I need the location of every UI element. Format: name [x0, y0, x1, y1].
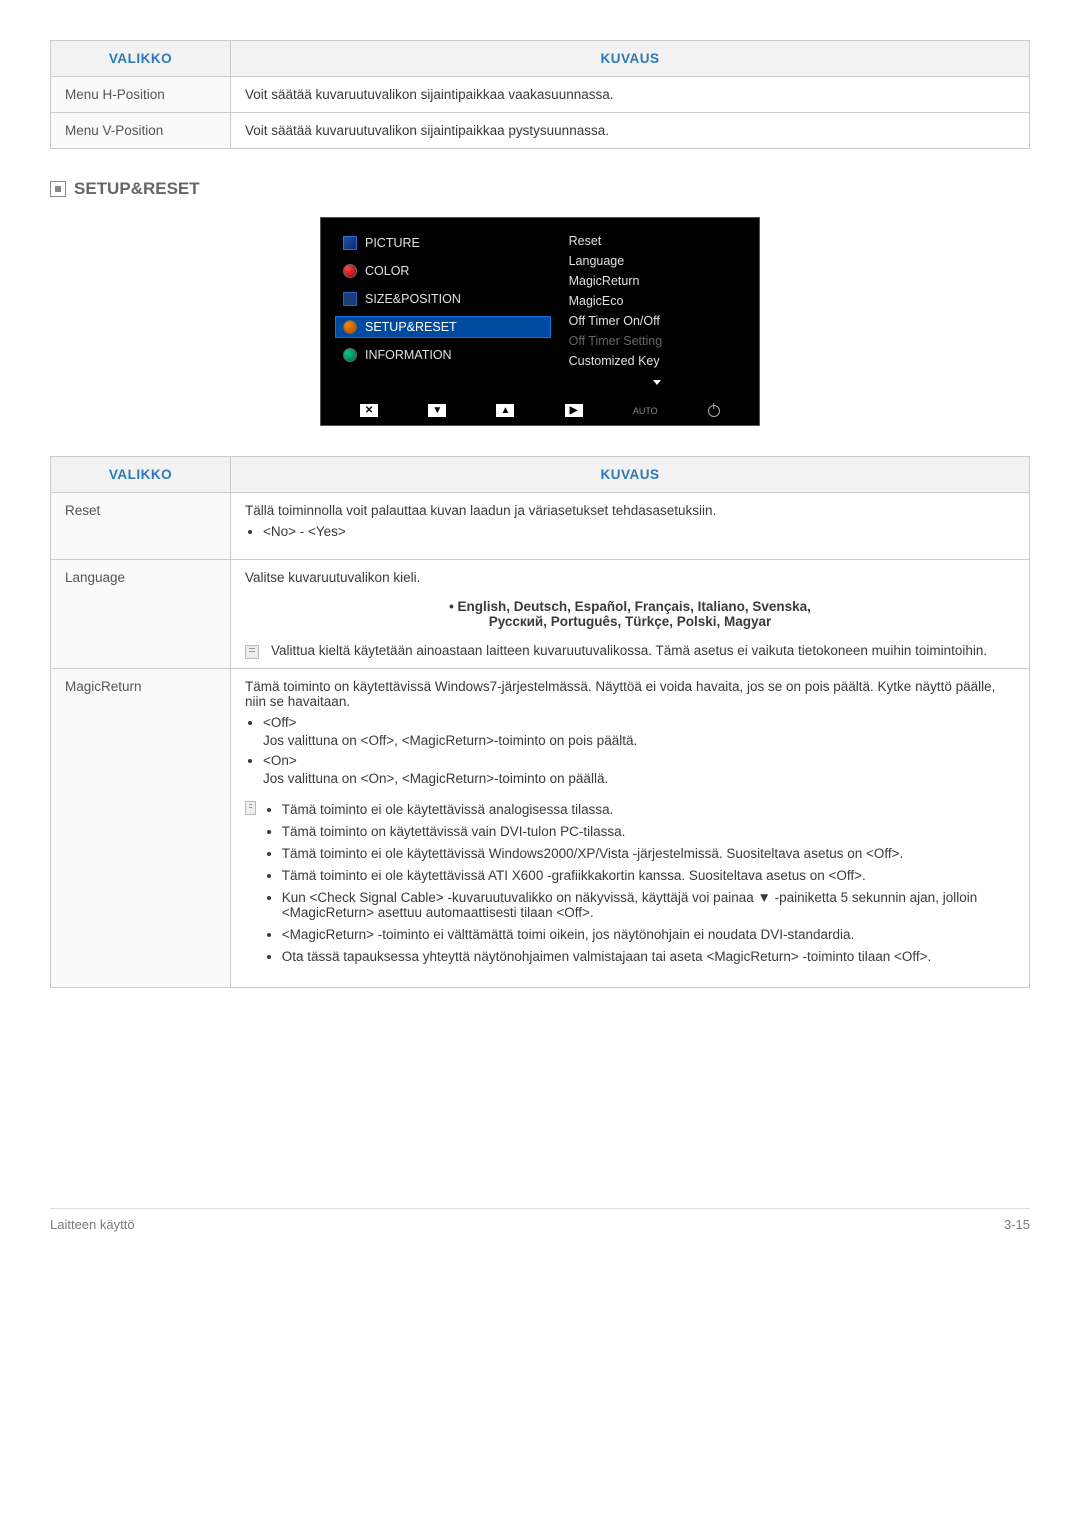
setup-reset-osd-icon [343, 320, 357, 334]
information-icon [343, 348, 357, 362]
osd-option-off-timer-onoff: Off Timer On/Off [569, 314, 745, 328]
magicreturn-off: <Off> Jos valittuna on <Off>, <MagicRetu… [263, 715, 1015, 748]
table-row: Menu H-Position Voit säätää kuvaruutuval… [51, 77, 1030, 113]
menu-v-position-desc: Voit säätää kuvaruutuvalikon sijaintipai… [231, 113, 1030, 149]
reset-desc: Tällä toiminnolla voit palauttaa kuvan l… [231, 493, 1030, 560]
note-icon [245, 645, 259, 659]
language-text: Valitse kuvaruutuvalikon kieli. [245, 570, 1015, 585]
list-item: Kun <Check Signal Cable> -kuvaruutuvalik… [282, 890, 1015, 920]
menu-v-position-label: Menu V-Position [51, 113, 231, 149]
list-item: <MagicReturn> -toiminto ei välttämättä t… [282, 927, 1015, 942]
osd-option-off-timer-setting: Off Timer Setting [569, 334, 745, 348]
table1-header-menu: VALIKKO [51, 41, 231, 77]
magicreturn-on: <On> Jos valittuna on <On>, <MagicReturn… [263, 753, 1015, 786]
list-item: Tämä toiminto on käytettävissä vain DVI-… [282, 824, 1015, 839]
list-item: Tämä toiminto ei ole käytettävissä Windo… [282, 846, 1015, 861]
osd-menu: PICTURE COLOR SIZE&POSITION SETUP&RESET … [320, 217, 760, 426]
osd-close-icon: ✕ [360, 404, 378, 417]
size-position-icon [343, 292, 357, 306]
osd-enter-icon: ▶ [565, 404, 583, 417]
osd-down-icon: ▼ [428, 404, 446, 417]
note-icon [245, 801, 256, 815]
chevron-down-icon [653, 380, 661, 385]
osd-option-reset: Reset [569, 234, 745, 248]
osd-item-size-position: SIZE&POSITION [335, 288, 551, 310]
osd-item-setup-reset: SETUP&RESET [335, 316, 551, 338]
list-item: Tämä toiminto ei ole käytettävissä ATI X… [282, 868, 1015, 883]
osd-option-customized-key: Customized Key [569, 354, 745, 368]
setup-reset-icon [50, 181, 66, 197]
magicreturn-intro: Tämä toiminto on käytettävissä Windows7-… [245, 679, 1015, 709]
language-desc: Valitse kuvaruutuvalikon kieli. • Englis… [231, 560, 1030, 669]
footer-left: Laitteen käyttö [50, 1217, 135, 1232]
footer-right: 3-15 [1004, 1217, 1030, 1232]
language-label: Language [51, 560, 231, 669]
menu-h-position-label: Menu H-Position [51, 77, 231, 113]
magicreturn-notes-block: Tämä toiminto ei ole käytettävissä analo… [245, 796, 1015, 977]
osd-left-panel: PICTURE COLOR SIZE&POSITION SETUP&RESET … [335, 232, 551, 388]
osd-option-language: Language [569, 254, 745, 268]
osd-item-picture: PICTURE [335, 232, 551, 254]
language-list: • English, Deutsch, Español, Français, I… [245, 599, 1015, 629]
table-row: MagicReturn Tämä toiminto on käytettävis… [51, 669, 1030, 988]
reset-options: <No> - <Yes> [263, 524, 1015, 539]
list-item: Ota tässä tapauksessa yhteyttä näytönohj… [282, 949, 1015, 964]
table2-header-desc: KUVAUS [231, 457, 1030, 493]
osd-option-magiceco: MagicEco [569, 294, 745, 308]
section-title: SETUP&RESET [74, 179, 200, 199]
reset-label: Reset [51, 493, 231, 560]
color-icon [343, 264, 357, 278]
osd-power-icon [708, 405, 720, 417]
table-setup-reset: VALIKKO KUVAUS Reset Tällä toiminnolla v… [50, 456, 1030, 988]
table-row: Reset Tällä toiminnolla voit palauttaa k… [51, 493, 1030, 560]
table-row: Language Valitse kuvaruutuvalikon kieli.… [51, 560, 1030, 669]
magicreturn-label: MagicReturn [51, 669, 231, 988]
menu-h-position-desc: Voit säätää kuvaruutuvalikon sijaintipai… [231, 77, 1030, 113]
section-heading: SETUP&RESET [50, 179, 1030, 199]
table1-header-desc: KUVAUS [231, 41, 1030, 77]
table2-header-menu: VALIKKO [51, 457, 231, 493]
osd-down-arrow [569, 374, 745, 388]
page-footer: Laitteen käyttö 3-15 [50, 1208, 1030, 1232]
osd-auto-label: AUTO [633, 406, 658, 416]
table-row: Menu V-Position Voit säätää kuvaruutuval… [51, 113, 1030, 149]
osd-up-icon: ▲ [496, 404, 514, 417]
osd-item-information: INFORMATION [335, 344, 551, 366]
list-item: Tämä toiminto ei ole käytettävissä analo… [282, 802, 1015, 817]
reset-text: Tällä toiminnolla voit palauttaa kuvan l… [245, 503, 1015, 518]
osd-option-magicreturn: MagicReturn [569, 274, 745, 288]
language-note: Valittua kieltä käytetään ainoastaan lai… [245, 643, 1015, 658]
picture-icon [343, 236, 357, 250]
osd-item-color: COLOR [335, 260, 551, 282]
table-size-position: VALIKKO KUVAUS Menu H-Position Voit säät… [50, 40, 1030, 149]
osd-bottom-bar: ✕ ▼ ▲ ▶ AUTO [335, 398, 745, 417]
magicreturn-desc: Tämä toiminto on käytettävissä Windows7-… [231, 669, 1030, 988]
osd-right-panel: Reset Language MagicReturn MagicEco Off … [569, 232, 745, 388]
